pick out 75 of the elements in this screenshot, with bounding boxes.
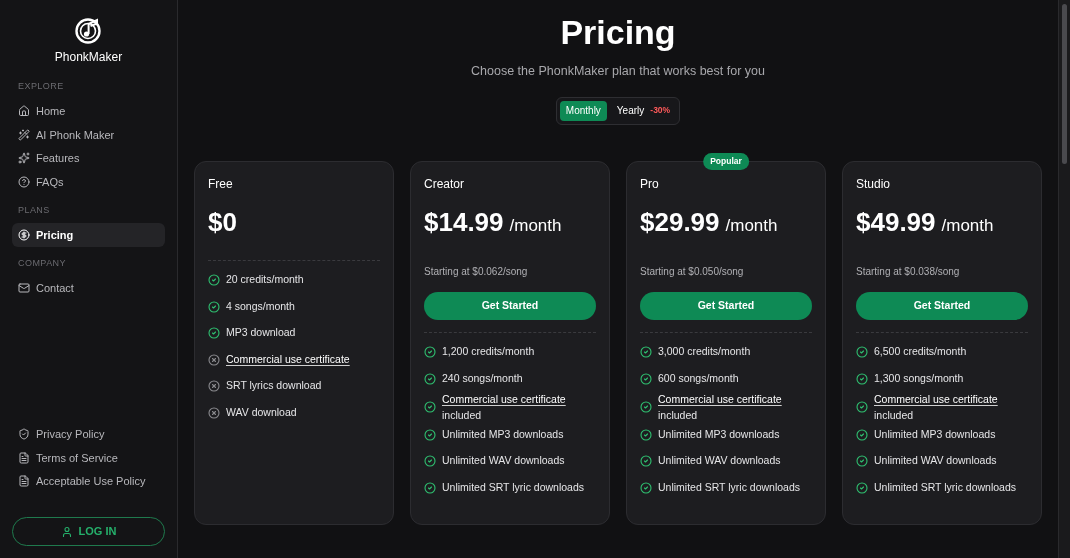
price-period: /month (941, 214, 994, 237)
plan-price: $0 (208, 205, 237, 239)
feature-text: MP3 download (226, 325, 296, 341)
plan-name: Creator (424, 175, 465, 193)
feature-text: 4 songs/month (226, 298, 295, 314)
feature-text: SRT lyrics download (226, 378, 322, 394)
feature-text: Unlimited MP3 downloads (442, 426, 564, 442)
plan-name: Studio (856, 175, 892, 193)
billing-option[interactable]: Yearly -30% (610, 100, 677, 121)
feature-text: 600 songs/month (658, 370, 739, 386)
price-period: /month (509, 214, 562, 237)
user-icon (60, 525, 73, 538)
feature-text: Unlimited MP3 downloads (874, 426, 996, 442)
feature-text: 1,200 credits/month (442, 344, 535, 360)
feature-note: included (658, 407, 699, 422)
plan-name: Pro (640, 175, 660, 193)
feature-link[interactable]: Commercial use certificate (658, 391, 782, 408)
feature-link[interactable]: Commercial use certificate (442, 391, 566, 408)
feature-text: 3,000 credits/month (658, 344, 751, 360)
plan-name: Free (208, 175, 234, 193)
plan-price: $29.99 (640, 205, 720, 239)
per-song-price: Starting at $0.050/song (640, 264, 745, 279)
footer-link[interactable]: Acceptable Use Policy (12, 469, 165, 493)
plan-price: $14.99 (424, 205, 504, 239)
help-icon (18, 175, 30, 188)
magic-wand-icon (18, 128, 30, 141)
per-song-price: Starting at $0.062/song (424, 264, 529, 279)
per-song-price: Starting at $0.038/song (856, 264, 961, 279)
feature-text: Unlimited WAV downloads (658, 453, 781, 469)
brand-name: PhonkMaker (54, 49, 123, 66)
feature-text: 20 credits/month (226, 272, 304, 288)
nav-item[interactable]: Features (12, 146, 165, 170)
feature-text: WAV download (226, 404, 297, 420)
nav-item[interactable]: Pricing (12, 223, 165, 247)
mail-icon (18, 281, 30, 294)
get-started-button[interactable]: Get Started (640, 291, 812, 320)
nav-item[interactable]: AI Phonk Maker (12, 123, 165, 147)
scrollbar[interactable] (1058, 0, 1070, 558)
plan-price: $49.99 (856, 205, 936, 239)
get-started-button[interactable]: Get Started (856, 291, 1028, 320)
section-heading: EXPLORE (17, 80, 65, 93)
nav-item[interactable]: Home (12, 99, 165, 123)
feature-note: included (442, 407, 483, 422)
feature-text: Unlimited WAV downloads (874, 453, 997, 469)
discount-label: -30% (650, 104, 671, 118)
feature-text: Unlimited WAV downloads (442, 453, 565, 469)
price-period: /month (725, 214, 778, 237)
feature-text: 6,500 credits/month (874, 344, 967, 360)
feature-link[interactable]: Commercial use certificate (226, 351, 350, 368)
feature-text: Unlimited SRT lyric downloads (442, 479, 584, 495)
section-heading: PLANS (17, 203, 51, 217)
feature-text: Unlimited SRT lyric downloads (874, 479, 1016, 495)
footer-link[interactable]: Privacy Policy (12, 422, 165, 446)
dollar-icon (18, 228, 30, 241)
feature-text: Unlimited MP3 downloads (658, 426, 780, 442)
nav-item[interactable]: FAQs (12, 170, 165, 194)
sparkles-icon (18, 152, 30, 165)
feature-note: included (874, 407, 915, 422)
document-icon (18, 451, 30, 464)
feature-text: 240 songs/month (442, 370, 523, 386)
footer-link[interactable]: Terms of Service (12, 446, 165, 470)
feature-text: 1,300 songs/month (874, 370, 964, 386)
page-title: Pricing (560, 12, 676, 53)
shield-icon (18, 428, 30, 441)
page-subtitle: Choose the PhonkMaker plan that works best for you (471, 63, 765, 80)
feature-link[interactable]: Commercial use certificate (874, 391, 998, 408)
home-icon (18, 105, 30, 118)
document-icon (18, 475, 30, 488)
section-heading: COMPANY (17, 256, 67, 270)
nav-item[interactable]: Contact (12, 276, 165, 300)
get-started-button[interactable]: Get Started (424, 291, 596, 320)
billing-option[interactable]: Monthly (559, 100, 607, 121)
logo-icon (73, 16, 104, 44)
popular-badge: Popular (703, 152, 749, 170)
feature-text: Unlimited SRT lyric downloads (658, 479, 800, 495)
